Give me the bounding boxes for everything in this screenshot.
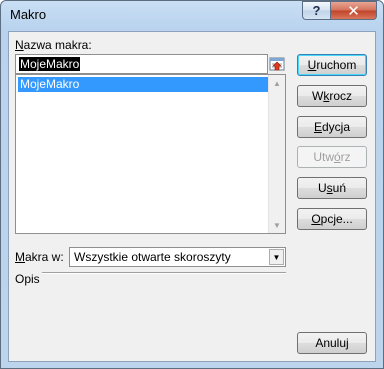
macro-dialog: Makro ? ✕ Nazwa makra: MojeMakro MojeMak… xyxy=(0,0,384,369)
run-button[interactable]: Uruchom xyxy=(297,54,367,76)
macros-in-label: Makra w: xyxy=(15,250,64,264)
help-icon: ? xyxy=(312,3,321,18)
window-title: Makro xyxy=(10,7,47,22)
description-label: Opis xyxy=(15,272,40,286)
close-button[interactable]: ✕ xyxy=(330,1,377,20)
collapse-dialog-icon[interactable] xyxy=(269,56,285,72)
edit-button[interactable]: Edycja xyxy=(297,116,367,138)
delete-button[interactable]: Us uń xyxy=(297,177,367,199)
help-button[interactable]: ? xyxy=(302,1,330,20)
vertical-scrollbar[interactable]: ▲ ▼ xyxy=(268,75,285,233)
macro-name-value: MojeMakro xyxy=(19,57,81,71)
dialog-body: Nazwa makra: MojeMakro MojeMakro ▲ ▼ Uru… xyxy=(8,31,376,362)
macro-list[interactable]: MojeMakro ▲ ▼ xyxy=(15,74,286,234)
description-divider xyxy=(42,272,286,274)
macros-in-value: Wszystkie otwarte skoroszyty xyxy=(74,250,231,264)
cancel-button[interactable]: Anuluj xyxy=(297,332,367,354)
macros-in-select[interactable]: Wszystkie otwarte skoroszyty ▼ xyxy=(69,247,286,267)
macro-name-label: Nazwa makra: xyxy=(15,38,92,52)
chevron-down-icon[interactable]: ▼ xyxy=(269,249,284,265)
options-button[interactable]: Opcje... xyxy=(297,208,367,230)
macro-name-input[interactable]: MojeMakro xyxy=(15,54,268,74)
scroll-down-icon[interactable]: ▼ xyxy=(269,217,285,233)
step-into-button[interactable]: Wk rocz xyxy=(297,85,367,107)
macro-list-item[interactable]: MojeMakro xyxy=(18,77,268,92)
create-button: Utw ó rz xyxy=(297,146,367,168)
close-icon: ✕ xyxy=(347,2,360,20)
scroll-up-icon[interactable]: ▲ xyxy=(269,75,285,91)
